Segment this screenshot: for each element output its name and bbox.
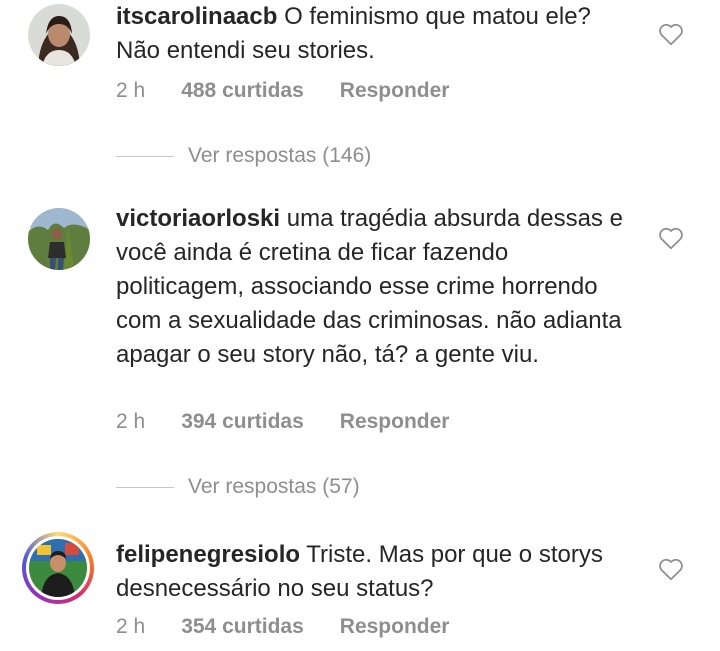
avatar (26, 536, 90, 600)
comment-text: victoriaorloski uma tragédia absurda des… (116, 202, 636, 372)
avatar[interactable] (28, 4, 90, 66)
avatar-story-ring[interactable] (22, 532, 94, 604)
comment-meta: 2 h 488 curtidas Responder (116, 76, 449, 106)
comment-username[interactable]: victoriaorloski (116, 205, 280, 232)
reply-button[interactable]: Responder (340, 79, 450, 103)
likes-count[interactable]: 354 curtidas (181, 615, 304, 639)
reply-button[interactable]: Responder (340, 410, 450, 434)
comment-meta: 2 h 354 curtidas Responder (116, 612, 449, 642)
comment-username[interactable]: felipenegresiolo (116, 541, 300, 568)
heart-icon[interactable] (658, 557, 684, 581)
heart-icon[interactable] (658, 22, 684, 46)
avatar[interactable] (28, 208, 90, 270)
comment-text: itscarolinaacb O feminismo que matou ele… (116, 0, 636, 68)
view-replies-button[interactable]: Ver respostas (146) (116, 141, 371, 171)
comment-meta: 2 h 394 curtidas Responder (116, 407, 449, 437)
view-replies-button[interactable]: Ver respostas (57) (116, 472, 360, 502)
comment-text: felipenegresiolo Triste. Mas por que o s… (116, 538, 636, 606)
view-replies-label: Ver respostas (57) (188, 475, 360, 498)
view-replies-label: Ver respostas (146) (188, 144, 372, 167)
reply-button[interactable]: Responder (340, 615, 450, 639)
likes-count[interactable]: 488 curtidas (181, 79, 304, 103)
heart-icon[interactable] (658, 226, 684, 250)
comment-time: 2 h (116, 615, 146, 638)
divider-line (116, 155, 174, 157)
likes-count[interactable]: 394 curtidas (181, 410, 304, 434)
comment-time: 2 h (116, 79, 146, 102)
comment-username[interactable]: itscarolinaacb (116, 3, 277, 30)
divider-line (116, 486, 174, 488)
comment-time: 2 h (116, 410, 146, 433)
